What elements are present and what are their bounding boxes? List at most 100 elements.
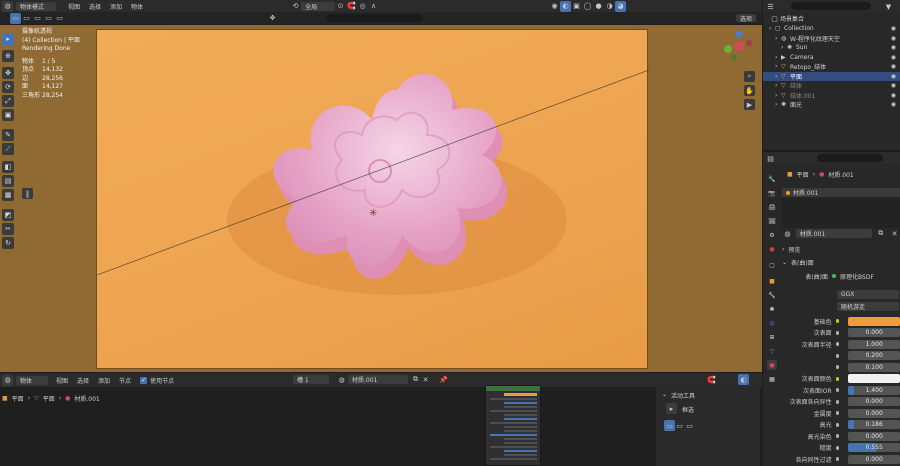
overlay-icon[interactable]: ◐ [560, 0, 572, 12]
pan-hand-icon[interactable]: ✋ [744, 85, 755, 96]
node-socket-field[interactable] [504, 430, 537, 432]
property-value-field[interactable]: 0.000 [848, 328, 900, 337]
surface-shader-row[interactable]: 表(曲)面 原理化BSDF [782, 271, 900, 281]
keyframe-dot-icon[interactable] [835, 445, 840, 450]
node-base-color-field[interactable] [504, 393, 537, 396]
outliner-row[interactable]: › ▢ Collection ◉ [763, 24, 900, 33]
use-nodes-checkbox[interactable]: ✓ [140, 376, 148, 384]
select-mode-invert-icon[interactable]: ▭ [43, 13, 54, 24]
outliner-row[interactable]: › ▽ 平面 ◉ [763, 71, 900, 81]
preview-panel-header[interactable]: › 预览 [782, 245, 900, 254]
node-menu-select[interactable]: 选择 [77, 376, 89, 385]
tab-collection-icon[interactable]: ▢ [767, 260, 777, 270]
property-value-field[interactable]: 1.000 [848, 339, 900, 349]
node-menu-add[interactable]: 添加 [98, 376, 110, 385]
node-material-field[interactable]: 材质.001 [348, 375, 408, 384]
shading-solid-icon[interactable]: ● [593, 1, 604, 12]
visibility-eye-icon[interactable]: ◉ [891, 44, 896, 51]
tab-tool-icon[interactable]: 🔧 [767, 174, 777, 184]
subsurface-method-dropdown[interactable]: 随机游走 [837, 302, 899, 311]
navigation-gizmo[interactable] [722, 29, 756, 63]
box-select-tool-icon[interactable]: ▸ [666, 403, 677, 414]
keyframe-dot-icon[interactable] [835, 399, 840, 404]
keyframe-dot-icon[interactable] [835, 388, 840, 392]
duplicate-material-icon[interactable]: ⧉ [875, 228, 886, 239]
header-search-field[interactable] [326, 14, 422, 22]
toggle-sidebar-icon[interactable]: ‖ [22, 188, 33, 199]
node-material-browse-icon[interactable]: ◍ [336, 374, 347, 385]
view-object-types-icon[interactable]: ◉ [549, 1, 560, 12]
outliner-row[interactable]: › ▶ Camera ◉ [763, 53, 900, 62]
rotate-tool[interactable]: ⟳ [2, 81, 14, 93]
shading-wireframe-icon[interactable]: ◯ [582, 1, 593, 12]
tab-object-icon[interactable]: ■ [767, 276, 777, 286]
property-value-field[interactable]: 0.000 [848, 397, 900, 406]
property-value-field[interactable]: 0.000 [848, 454, 900, 464]
material-selector[interactable]: ◍ 材质.001 ⧉ ✕ [782, 228, 900, 239]
distribution-dropdown[interactable]: GGX [837, 290, 899, 299]
visibility-eye-icon[interactable]: ◉ [891, 63, 896, 70]
node-socket-field[interactable] [490, 446, 537, 448]
filter-icon[interactable]: ▼ [883, 1, 894, 12]
node-mode-dropdown[interactable]: 物体 [16, 375, 48, 385]
keyframe-dot-icon[interactable] [835, 353, 840, 358]
visibility-eye-icon[interactable]: ◉ [891, 82, 896, 89]
property-value-field[interactable] [848, 374, 900, 383]
tab-modifier-icon[interactable]: 🔧 [767, 290, 777, 300]
orientation-dropdown[interactable]: 全局 [301, 1, 336, 11]
inset-tool[interactable]: ▦ [2, 189, 14, 201]
tab-world-icon[interactable]: ● [767, 244, 777, 254]
node-socket-field[interactable] [490, 458, 537, 460]
outliner-row[interactable]: › ▽ 结体 ◉ [763, 81, 900, 90]
tab-material-icon[interactable]: ● [767, 360, 777, 370]
select-mode-subtract-icon[interactable]: ▭ [32, 13, 43, 24]
active-tool-header[interactable]: ⌄ 活动工具 [662, 391, 695, 400]
property-value-field[interactable]: 0.186 [848, 420, 900, 429]
bevel-tool[interactable]: ◩ [2, 209, 14, 221]
node-socket-field[interactable] [490, 398, 537, 400]
menu-object[interactable]: 物体 [131, 2, 143, 11]
node-snap-icon[interactable]: 🧲 [706, 374, 717, 385]
visibility-eye-icon[interactable]: ◉ [891, 92, 896, 99]
menu-add[interactable]: 添加 [110, 2, 122, 11]
proportional-edit-icon[interactable]: ◎ [357, 1, 368, 12]
material-slot-list[interactable]: 材质.001 [782, 188, 900, 228]
visibility-eye-icon[interactable]: ◉ [891, 73, 896, 80]
slot-dropdown[interactable]: 槽 1 [293, 375, 329, 384]
spin-tool[interactable]: ↻ [2, 237, 14, 249]
node-socket-field[interactable] [504, 402, 537, 404]
keyframe-dot-icon[interactable] [835, 342, 840, 346]
node-socket-field[interactable] [490, 434, 537, 436]
keyframe-dot-icon[interactable] [835, 457, 840, 461]
property-value-field[interactable] [848, 316, 900, 326]
surface-panel-header[interactable]: ⌄ 表(曲)面 [782, 258, 900, 267]
outliner-row[interactable]: › ◍ W-程序化纹理天空 ◉ [763, 34, 900, 43]
node-socket-field[interactable] [490, 422, 537, 424]
node-socket-field[interactable] [504, 454, 537, 456]
mode-dropdown[interactable]: 物体模式 [16, 1, 56, 11]
pivot-icon[interactable]: ⊙ [335, 1, 346, 12]
node-menu-view[interactable]: 视图 [56, 376, 68, 385]
tab-view-layer-icon[interactable]: 🖼 [767, 216, 777, 226]
node-socket-field[interactable] [504, 406, 537, 408]
options-button[interactable]: 选项 [736, 14, 757, 23]
xray-icon[interactable]: ▣ [571, 1, 582, 12]
keyframe-dot-icon[interactable] [835, 376, 840, 381]
node-overlay-icon[interactable]: ◐ [738, 374, 749, 385]
node-socket-field[interactable] [504, 450, 537, 452]
move-tool[interactable]: ✥ [2, 67, 14, 79]
menu-view[interactable]: 视图 [68, 2, 80, 11]
properties-type-icon[interactable]: ▤ [765, 153, 776, 164]
gizmo-icon[interactable]: ✥ [267, 13, 278, 24]
select-mode-intersect-icon[interactable]: ▭ [54, 13, 65, 24]
keyframe-dot-icon[interactable] [835, 411, 840, 415]
scale-tool[interactable]: ⤢ [2, 95, 14, 107]
outliner-scene-collection[interactable]: ▢ 场景集合 [763, 14, 900, 24]
outliner-row[interactable]: › ✺ 面光 ◉ [763, 100, 900, 109]
measure-tool[interactable]: ⟋ [2, 143, 14, 155]
cursor-tool[interactable]: ⊕ [2, 50, 14, 62]
tab-physics-icon[interactable]: ◎ [767, 318, 777, 328]
principled-bsdf-node[interactable] [485, 385, 541, 466]
node-socket-field[interactable] [490, 410, 537, 412]
visibility-eye-icon[interactable]: ◉ [891, 25, 896, 32]
